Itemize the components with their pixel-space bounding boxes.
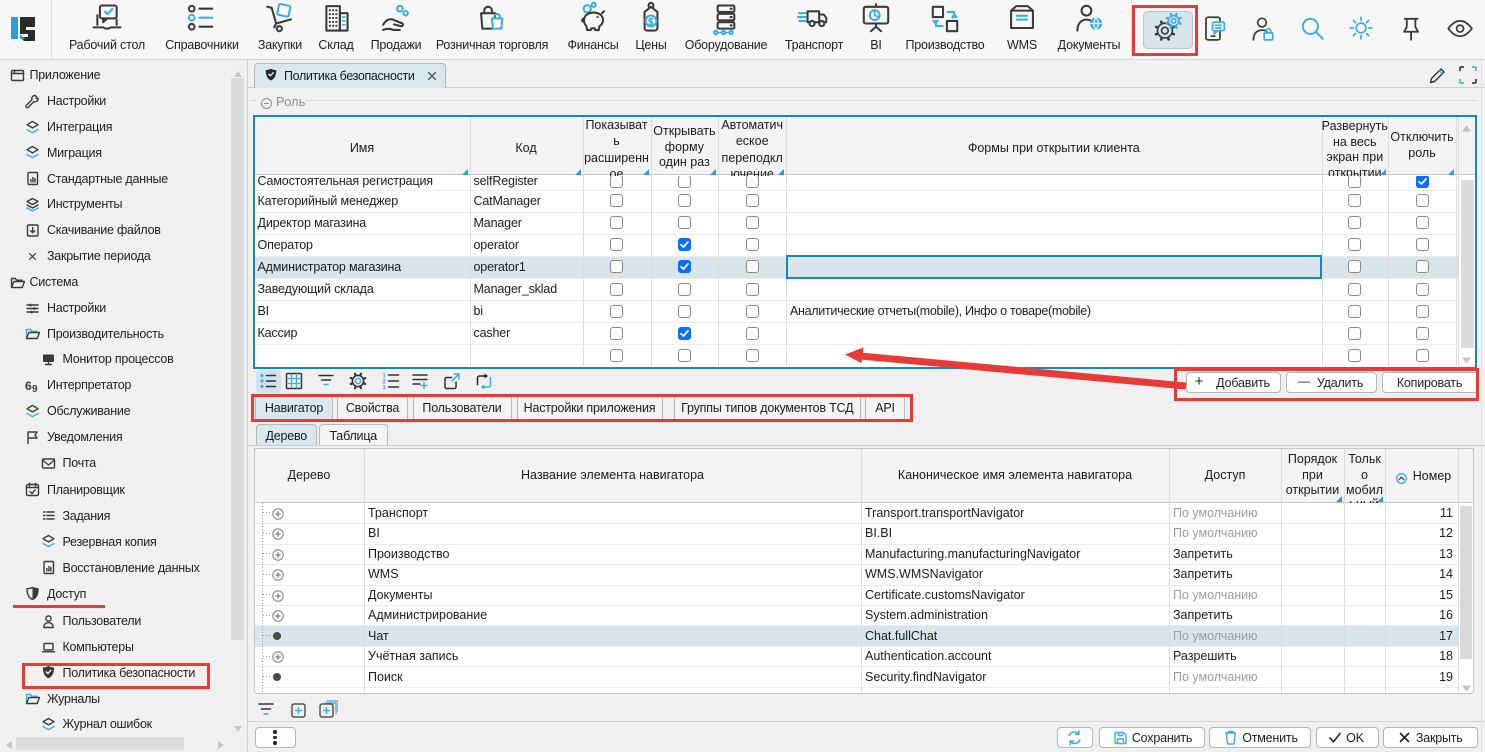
svg-text:9: 9 [32, 384, 38, 393]
svg-text:6: 6 [25, 379, 32, 393]
svg-text:3: 3 [382, 386, 386, 391]
